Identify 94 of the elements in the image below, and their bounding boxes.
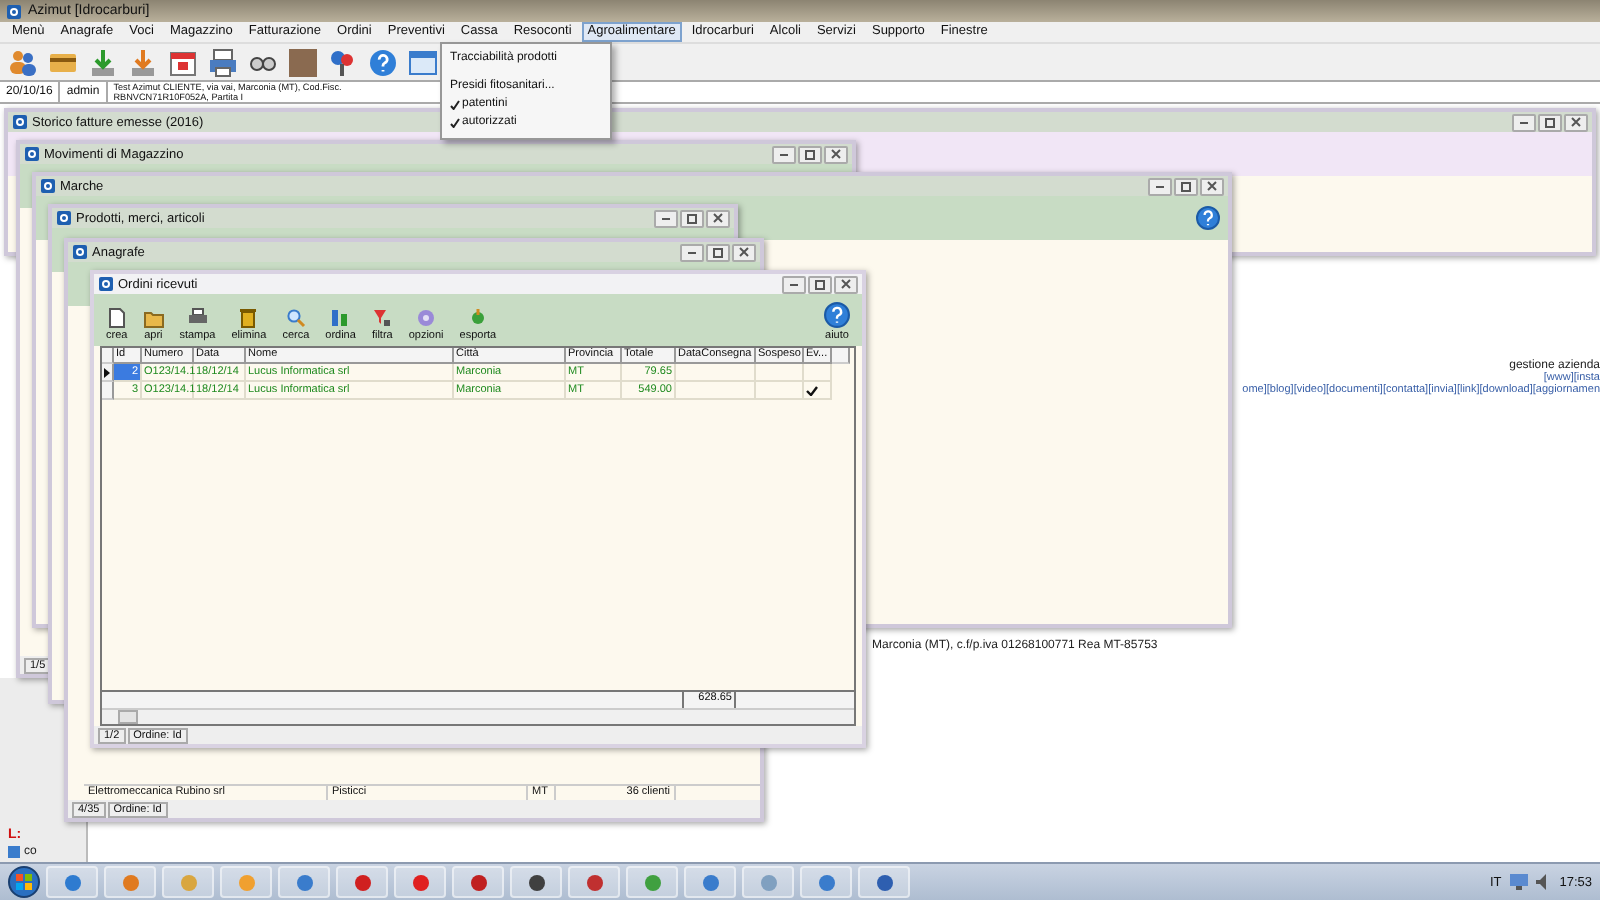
help-icon <box>1196 206 1220 230</box>
app-icon <box>643 873 661 891</box>
app-icon <box>353 873 371 891</box>
taskbar-button[interactable] <box>568 866 620 898</box>
close-icon <box>840 278 852 290</box>
scrollbar-thumb[interactable] <box>118 710 138 724</box>
app-logo-icon <box>24 146 40 162</box>
app-logo-icon <box>40 178 56 194</box>
app-icon <box>759 873 777 891</box>
table-cell <box>676 382 756 400</box>
maximize-button[interactable] <box>680 209 704 227</box>
minimize-icon <box>660 215 672 221</box>
row-pointer-icon <box>104 367 110 377</box>
close-icon <box>1570 116 1582 128</box>
sort-icon <box>330 308 351 328</box>
taskbar-button[interactable] <box>336 866 388 898</box>
printer-icon <box>187 308 208 328</box>
help-icon[interactable] <box>368 47 398 77</box>
keys-icon[interactable] <box>328 47 358 77</box>
minimize-button[interactable] <box>772 145 796 163</box>
app-logo-icon <box>72 244 88 260</box>
taskbar-button[interactable] <box>452 866 504 898</box>
close-icon <box>830 148 842 160</box>
maximize-button[interactable] <box>706 243 730 261</box>
horizontal-scrollbar[interactable] <box>102 708 854 724</box>
app-icon <box>875 873 893 891</box>
app-logo-icon <box>56 210 72 226</box>
maximize-button[interactable] <box>808 275 832 293</box>
minimize-icon <box>1154 183 1166 189</box>
search-icon <box>285 308 306 328</box>
close-icon <box>738 246 750 258</box>
minimize-button[interactable] <box>1512 113 1536 131</box>
app-logo-icon <box>12 114 28 130</box>
taskbar-button[interactable] <box>858 866 910 898</box>
app-icon <box>121 873 139 891</box>
maximize-button[interactable] <box>798 145 822 163</box>
network-icon[interactable] <box>1509 874 1528 890</box>
maximize-icon <box>814 279 826 289</box>
start-button[interactable] <box>8 866 40 898</box>
maximize-icon <box>712 247 724 257</box>
close-button[interactable] <box>1200 177 1224 195</box>
help-icon <box>824 302 850 328</box>
minimize-icon <box>778 151 790 157</box>
photo-placeholder <box>288 47 318 77</box>
people-icon[interactable] <box>8 47 38 77</box>
app-icon <box>63 873 81 891</box>
maximize-button[interactable] <box>1174 177 1198 195</box>
gear-icon <box>416 308 437 328</box>
filter-icon <box>372 308 393 328</box>
minimize-button[interactable] <box>1148 177 1172 195</box>
app-icon <box>411 873 429 891</box>
app-icon <box>585 873 603 891</box>
app-icon <box>817 873 835 891</box>
minimize-icon <box>686 249 698 255</box>
minimize-button[interactable] <box>680 243 704 261</box>
taskbar-button[interactable] <box>394 866 446 898</box>
app-logo-icon <box>6 3 22 19</box>
minimize-icon <box>1518 119 1530 125</box>
printer-icon[interactable] <box>208 47 238 77</box>
app-icon <box>237 873 255 891</box>
speaker-icon[interactable] <box>1535 874 1552 890</box>
window-icon <box>8 846 20 858</box>
maximize-icon <box>1180 181 1192 191</box>
download-arrow-icon[interactable] <box>88 47 118 77</box>
close-icon <box>712 212 724 224</box>
app-icon <box>527 873 545 891</box>
minimize-button[interactable] <box>654 209 678 227</box>
close-button[interactable] <box>824 145 848 163</box>
row-selector[interactable] <box>102 364 114 382</box>
app-icon <box>469 873 487 891</box>
close-button[interactable] <box>834 275 858 293</box>
scroll-up-button[interactable] <box>832 348 850 364</box>
download-arrow-icon[interactable] <box>128 47 158 77</box>
table-cell <box>676 364 756 382</box>
calendar-icon[interactable] <box>168 47 198 77</box>
minimize-icon <box>788 281 800 287</box>
app-icon <box>179 873 197 891</box>
close-button[interactable] <box>732 243 756 261</box>
check-icon <box>806 385 818 395</box>
trash-icon <box>238 308 259 328</box>
table-cell <box>756 364 804 382</box>
app-icon <box>295 873 313 891</box>
window-icon[interactable] <box>408 47 438 77</box>
close-icon <box>1206 180 1218 192</box>
maximize-icon <box>686 213 698 223</box>
close-button[interactable] <box>706 209 730 227</box>
minimize-button[interactable] <box>782 275 806 293</box>
app-icon <box>701 873 719 891</box>
maximize-icon <box>804 149 816 159</box>
app-logo-icon <box>98 276 114 292</box>
close-button[interactable] <box>1564 113 1588 131</box>
taskbar-button[interactable] <box>510 866 562 898</box>
maximize-icon <box>1544 117 1556 127</box>
maximize-button[interactable] <box>1538 113 1562 131</box>
